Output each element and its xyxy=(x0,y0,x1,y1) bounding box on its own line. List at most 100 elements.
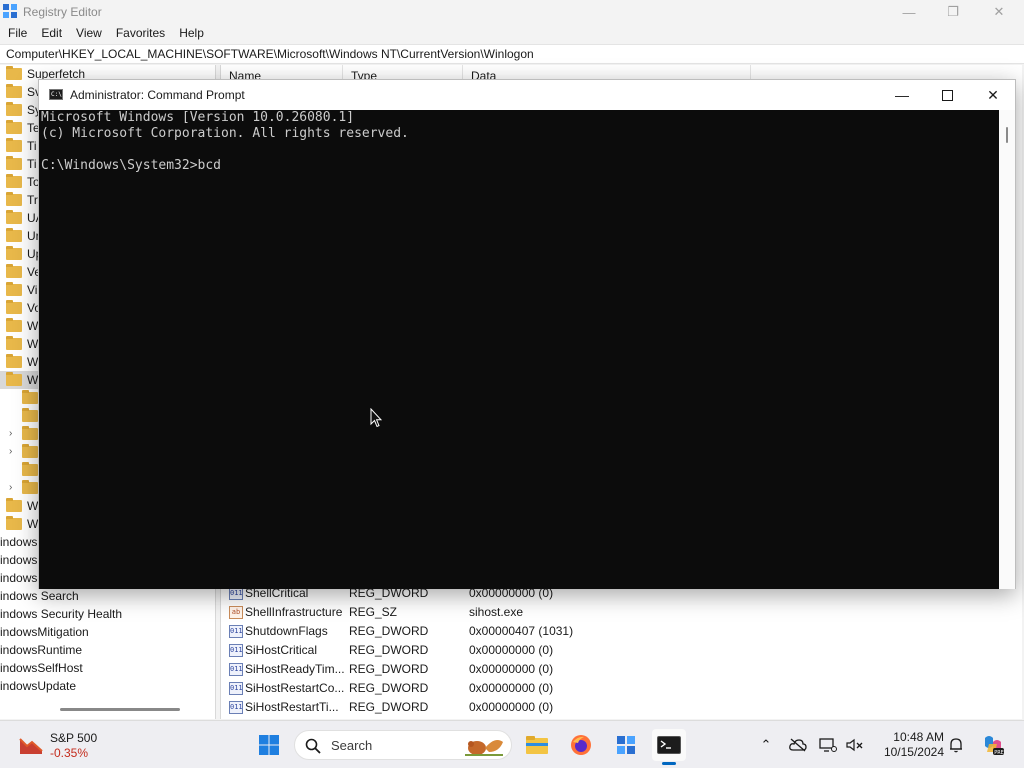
tree-item-label: indowsSelfHost xyxy=(0,661,83,675)
console-prompt-line[interactable]: C:\Windows\System32>bcd xyxy=(41,158,999,174)
value-data: sihost.exe xyxy=(469,605,524,619)
stock-name: S&P 500 xyxy=(50,731,98,745)
tree-item[interactable]: indowsSelfHost xyxy=(0,659,210,677)
tree-item-label: W xyxy=(27,319,39,333)
restore-button[interactable]: ❐ xyxy=(930,0,976,24)
minimize-icon: — xyxy=(895,87,909,103)
search-label: Search xyxy=(331,738,373,753)
onedrive-button[interactable] xyxy=(788,735,808,755)
menu-edit[interactable]: Edit xyxy=(41,24,62,44)
chevron-up-icon: ⌃ xyxy=(760,737,772,752)
volume-button[interactable] xyxy=(845,735,865,755)
taskbar-search[interactable]: Search xyxy=(294,730,512,760)
svg-text:PRE: PRE xyxy=(994,750,1004,756)
menu-view[interactable]: View xyxy=(76,24,102,44)
close-button[interactable]: ✕ xyxy=(976,0,1022,24)
value-name: SiHostRestartCo... xyxy=(245,681,345,695)
folder-icon xyxy=(6,318,22,332)
value-name: ShutdownFlags xyxy=(245,624,328,638)
folder-icon xyxy=(6,354,22,368)
tree-item[interactable]: indowsUpdate xyxy=(0,677,210,695)
cmd-maximize-button[interactable] xyxy=(924,80,970,110)
tree-item[interactable]: indows Search xyxy=(0,587,210,605)
registry-editor-taskbar-button[interactable] xyxy=(609,729,643,761)
search-highlight-squirrel-icon xyxy=(465,740,503,756)
tree-item-label: W xyxy=(27,373,39,387)
console-line: Microsoft Windows [Version 10.0.26080.1] xyxy=(41,110,355,125)
close-icon: ✕ xyxy=(993,4,1005,19)
chevron-right-icon[interactable]: › xyxy=(9,443,12,461)
restore-icon: ❐ xyxy=(947,4,959,19)
tree-horizontal-scrollbar[interactable] xyxy=(60,708,180,711)
copilot-icon: PRE xyxy=(985,736,1004,756)
address-bar[interactable]: Computer\HKEY_LOCAL_MACHINE\SOFTWARE\Mic… xyxy=(0,44,1024,64)
chevron-right-icon[interactable]: › xyxy=(9,425,12,443)
registry-value-row[interactable]: 011 SiHostCritical REG_DWORD 0x00000000 (0) xyxy=(221,641,1021,660)
tree-item-label: indowsMitigation xyxy=(0,625,89,639)
stock-widget[interactable]: S&P 500 -0.35% xyxy=(16,729,136,761)
value-data: 0x00000407 (1031) xyxy=(469,624,574,638)
menu-file[interactable]: File xyxy=(8,24,27,44)
system-clock[interactable]: 10:48 AM 10/15/2024 xyxy=(872,730,944,760)
mouse-pointer-icon xyxy=(370,408,382,428)
registry-value-row[interactable]: ab ShellInfrastructure REG_SZ sihost.exe xyxy=(221,603,1021,622)
cmd-minimize-button[interactable]: — xyxy=(879,80,925,110)
notifications-button[interactable] xyxy=(946,735,966,755)
menu-help[interactable]: Help xyxy=(179,24,204,44)
folder-icon xyxy=(22,408,38,422)
registry-editor-app-icon xyxy=(3,4,17,18)
folder-icon xyxy=(6,192,22,206)
file-explorer-button[interactable] xyxy=(520,729,554,761)
command-prompt-title: Administrator: Command Prompt xyxy=(70,88,245,102)
tree-item[interactable]: indows Security Health xyxy=(0,605,210,623)
minimize-icon: — xyxy=(902,4,916,20)
console-vertical-scrollbar[interactable] xyxy=(999,110,1015,589)
tree-item[interactable]: indowsRuntime xyxy=(0,641,210,659)
command-prompt-window[interactable]: C:\ Administrator: Command Prompt — ✕ Mi… xyxy=(38,79,1016,589)
command-prompt-taskbar-button[interactable] xyxy=(652,729,686,765)
firefox-button[interactable] xyxy=(564,729,598,761)
folder-icon xyxy=(6,210,22,224)
firefox-icon xyxy=(571,735,591,755)
value-name: SiHostReadyTim... xyxy=(245,662,345,676)
registry-editor-icon xyxy=(617,736,635,754)
folder-icon xyxy=(22,480,38,494)
registry-value-row[interactable]: 011 SiHostRestartTi... REG_DWORD 0x00000000… xyxy=(221,698,1021,717)
menu-favorites[interactable]: Favorites xyxy=(116,24,165,44)
cmd-close-button[interactable]: ✕ xyxy=(970,80,1016,110)
show-hidden-icons-button[interactable]: ⌃ xyxy=(756,735,776,755)
copilot-button[interactable]: PRE xyxy=(980,735,1006,756)
folder-icon xyxy=(6,120,22,134)
folder-icon xyxy=(6,516,22,530)
maximize-icon xyxy=(941,89,953,101)
tree-item-label: Ti xyxy=(27,157,37,171)
minimize-button[interactable]: — xyxy=(886,0,932,24)
command-prompt-titlebar[interactable]: C:\ Administrator: Command Prompt — ✕ xyxy=(39,80,1015,110)
chevron-right-icon[interactable]: › xyxy=(9,479,12,497)
binary-value-icon: 011 xyxy=(229,644,243,657)
folder-icon xyxy=(22,462,38,476)
scrollbar-thumb[interactable] xyxy=(1006,127,1008,143)
registry-value-row[interactable]: 011 ShutdownFlags REG_DWORD 0x00000407 (103… xyxy=(221,622,1021,641)
value-name: SiHostRestartTi... xyxy=(245,700,339,714)
registry-value-row[interactable]: 011 SiHostReadyTim... REG_DWORD 0x00000000 … xyxy=(221,660,1021,679)
value-type: REG_DWORD xyxy=(349,624,429,638)
folder-icon xyxy=(6,372,22,386)
folder-icon xyxy=(6,84,22,98)
registry-value-row[interactable]: 011 SiHostRestartCo... REG_DWORD 0x00000000… xyxy=(221,679,1021,698)
console-output[interactable]: Microsoft Windows [Version 10.0.26080.1]… xyxy=(39,110,999,589)
folder-icon xyxy=(6,156,22,170)
clock-date: 10/15/2024 xyxy=(883,745,944,759)
folder-icon xyxy=(6,282,22,296)
value-data: 0x00000000 (0) xyxy=(469,681,554,695)
value-name: ShellInfrastructure xyxy=(245,605,343,619)
string-value-icon: ab xyxy=(229,606,243,619)
network-button[interactable] xyxy=(818,735,838,755)
taskbar: S&P 500 -0.35% Search ⌃ 10:48 AM 10/15/2… xyxy=(0,720,1024,768)
tree-item-label: indows xyxy=(0,571,38,585)
registry-editor-titlebar[interactable]: Registry Editor — ❐ ✕ xyxy=(0,0,1024,24)
start-button[interactable] xyxy=(252,729,286,761)
folder-icon xyxy=(6,498,22,512)
tree-item[interactable]: indowsMitigation xyxy=(0,623,210,641)
